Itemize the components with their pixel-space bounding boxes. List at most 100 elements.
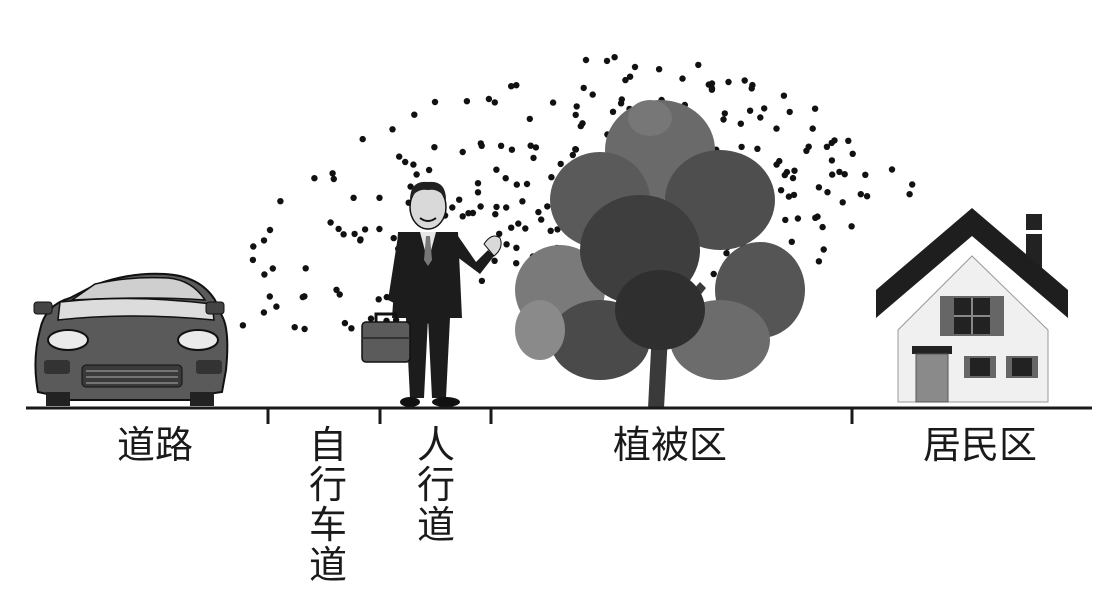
- pollutant-dot: [302, 265, 309, 272]
- pollutant-dot: [738, 143, 745, 151]
- pollutant-dot: [569, 151, 576, 159]
- pollutant-dot: [824, 189, 831, 196]
- pollutant-dot: [720, 116, 727, 123]
- pollutant-dot: [357, 237, 364, 244]
- pollutant-dot: [848, 223, 855, 230]
- pollutant-dot: [631, 63, 639, 71]
- pollutant-dot: [493, 166, 500, 173]
- pollutant-dot: [831, 137, 838, 144]
- pollutant-dot: [829, 171, 836, 178]
- pollutant-dot: [502, 175, 509, 182]
- pollutant-dot: [269, 265, 276, 272]
- pollutant-dot: [491, 257, 498, 264]
- pollutant-dot: [410, 161, 417, 168]
- pollutant-dot: [839, 199, 846, 206]
- pollutant-dot: [828, 157, 836, 164]
- pollutant-dot: [811, 105, 819, 112]
- tree-icon: [515, 100, 805, 408]
- pollutant-dot: [341, 319, 349, 327]
- pollutant-dot: [375, 296, 382, 303]
- pollutant-dot: [402, 158, 409, 166]
- pollutant-dot: [396, 153, 403, 160]
- pollutant-dot: [679, 75, 686, 82]
- pollutant-dot: [266, 293, 273, 300]
- pollutant-dot: [820, 246, 827, 253]
- pollutant-dot: [449, 204, 456, 211]
- pollutant-dot: [350, 194, 357, 201]
- pollutant-dot: [260, 237, 268, 244]
- pollutant-dot: [474, 180, 482, 187]
- pollutant-dot: [477, 203, 484, 210]
- pollutant-dot: [776, 157, 783, 165]
- pollutant-dot: [773, 125, 780, 132]
- pollutant-dot: [582, 56, 590, 64]
- pollutant-dot: [523, 180, 531, 188]
- pollutant-dot: [411, 111, 418, 118]
- pollutant-dot: [655, 66, 663, 73]
- pollutant-dot: [456, 196, 463, 203]
- zone-label-char: 车: [308, 503, 347, 547]
- pollutant-dot: [749, 81, 756, 89]
- pollutant-dot: [459, 213, 466, 220]
- pollutant-dot: [493, 203, 500, 211]
- pollutant-dot: [329, 170, 336, 177]
- pollutant-dot: [789, 174, 797, 182]
- pollutant-dot: [239, 322, 247, 329]
- zone-label-char: 道: [308, 543, 347, 587]
- roadside-diagram: [26, 54, 1092, 424]
- pollutant-dot: [330, 175, 337, 183]
- pollutant-dot: [327, 219, 334, 226]
- pollutant-dot: [260, 309, 268, 316]
- pollutant-dot: [491, 99, 498, 106]
- pollutant-dot: [708, 80, 716, 87]
- pollutant-dot: [273, 303, 280, 310]
- pollutant-dot: [547, 227, 554, 234]
- pollutant-dot: [609, 108, 617, 116]
- pollutant-dot: [340, 231, 347, 238]
- pollutant-dot: [815, 258, 823, 265]
- pollutant-dot: [790, 191, 798, 199]
- pollutant-dot: [359, 135, 366, 143]
- car-icon: [33, 272, 229, 406]
- pollutant-dot: [535, 208, 542, 216]
- pollutant-dot: [513, 260, 520, 267]
- pollutant-dot: [572, 111, 579, 119]
- pollutant-dot: [431, 144, 438, 151]
- pollutant-dot: [549, 99, 557, 106]
- pollutant-dot: [513, 181, 520, 188]
- house-icon: [876, 208, 1068, 403]
- pollutant-dot: [390, 234, 397, 242]
- pollutant-dot: [261, 271, 268, 278]
- pollutant-dot: [478, 277, 486, 285]
- pollutant-dot: [526, 115, 533, 123]
- zone-label-char: 行: [416, 463, 455, 507]
- pollutant-dot: [497, 142, 505, 149]
- pollutant-dot: [503, 204, 510, 211]
- pollutant-dot: [805, 143, 812, 150]
- pollutant-dot: [754, 145, 761, 152]
- pollutant-dot: [463, 98, 471, 105]
- pollutant-dot: [741, 77, 748, 84]
- pollutant-dot: [786, 108, 793, 116]
- pollutant-dot: [513, 244, 520, 251]
- pollutant-dot: [508, 146, 516, 153]
- pollutant-dot: [299, 293, 306, 301]
- zone-label-bike-lane: 自 行 车 道: [306, 425, 350, 585]
- pollutant-dot: [761, 105, 768, 112]
- pollutant-dot: [485, 95, 493, 103]
- pollutant-dot: [376, 225, 383, 233]
- pollutant-dot: [376, 194, 383, 201]
- zone-label-residential: 居民区: [922, 423, 1037, 467]
- pollutant-dot: [721, 110, 728, 117]
- pollutant-dot: [888, 166, 896, 173]
- pollutant-dot: [425, 166, 433, 174]
- pollutant-dot: [603, 57, 611, 65]
- zone-label-sidewalk: 人 行 道: [414, 425, 458, 545]
- pollutant-dot: [580, 84, 587, 92]
- pollutant-dot: [788, 238, 795, 245]
- pollutant-dot: [695, 61, 702, 69]
- pollutant-dot: [367, 315, 375, 322]
- pollutant-dot: [478, 142, 485, 149]
- pollutant-dot: [277, 198, 284, 205]
- pollutant-dot: [819, 223, 826, 231]
